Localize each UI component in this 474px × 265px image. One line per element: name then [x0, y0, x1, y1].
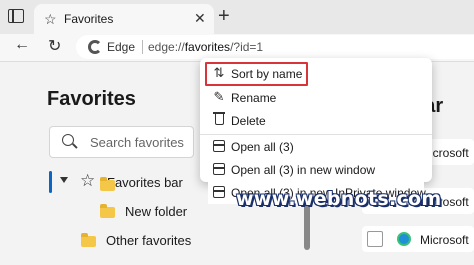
star-icon: ☆ [44, 11, 57, 27]
back-arrow-icon[interactable]: ← [14, 36, 30, 54]
folder-icon [81, 233, 96, 247]
star-icon: ☆ [80, 171, 96, 190]
item-checkbox[interactable] [367, 231, 383, 247]
tab-actions-icon[interactable] [8, 9, 24, 23]
search-input[interactable]: Search favorites [49, 126, 194, 158]
tree-item-new-folder[interactable]: New folder [125, 204, 187, 219]
site-label: Edge [107, 40, 136, 54]
new-tab-button[interactable]: + [218, 4, 230, 28]
tree-item-other-favorites[interactable]: Other favorites [106, 233, 191, 248]
menu-divider [200, 134, 432, 135]
tab-strip: ☆ Favorites ✕ + [0, 0, 474, 34]
list-item-label: Microsoft [420, 233, 469, 247]
folder-icon [100, 204, 115, 218]
tree-item-favorites-bar[interactable]: Favorites bar [107, 175, 183, 190]
search-icon [62, 134, 74, 146]
menu-item-label: Delete [231, 114, 266, 128]
edge-logo-icon [88, 40, 102, 54]
menu-item-open-all[interactable]: Open all (3) [208, 136, 424, 158]
search-placeholder: Search favorites [90, 135, 184, 150]
folder-icon [100, 177, 115, 191]
menu-item-label: Open all (3) [231, 140, 294, 154]
menu-item-label: Open all (3) in new window [231, 163, 376, 177]
address-bar[interactable]: Edge edge://favorites/?id=1 [76, 35, 474, 59]
menu-item-open-all-new-window[interactable]: Open all (3) in new window [208, 159, 424, 181]
menu-item-label: Rename [231, 91, 277, 105]
highlight-box [205, 62, 308, 86]
window-icon [213, 140, 225, 152]
inprivate-window-icon [213, 186, 225, 198]
tab-favorites[interactable]: ☆ Favorites ✕ [34, 4, 214, 34]
page-title: Favorites [47, 88, 136, 110]
reload-icon[interactable]: ↻ [48, 36, 61, 56]
edge-logo-icon [397, 232, 411, 246]
menu-item-rename[interactable]: ✎ Rename [208, 87, 424, 109]
address-divider [142, 40, 143, 54]
pencil-icon: ✎ [213, 89, 225, 104]
tab-title: Favorites [64, 12, 114, 26]
url-text[interactable]: edge://favorites/?id=1 [148, 40, 263, 54]
watermark: www.webnots.com [236, 188, 442, 210]
selected-indicator [49, 171, 52, 193]
menu-item-delete[interactable]: Delete [208, 110, 424, 132]
trash-icon [213, 112, 225, 125]
close-icon[interactable]: ✕ [194, 10, 206, 27]
new-window-icon [213, 163, 225, 175]
chevron-down-icon[interactable] [60, 177, 68, 183]
